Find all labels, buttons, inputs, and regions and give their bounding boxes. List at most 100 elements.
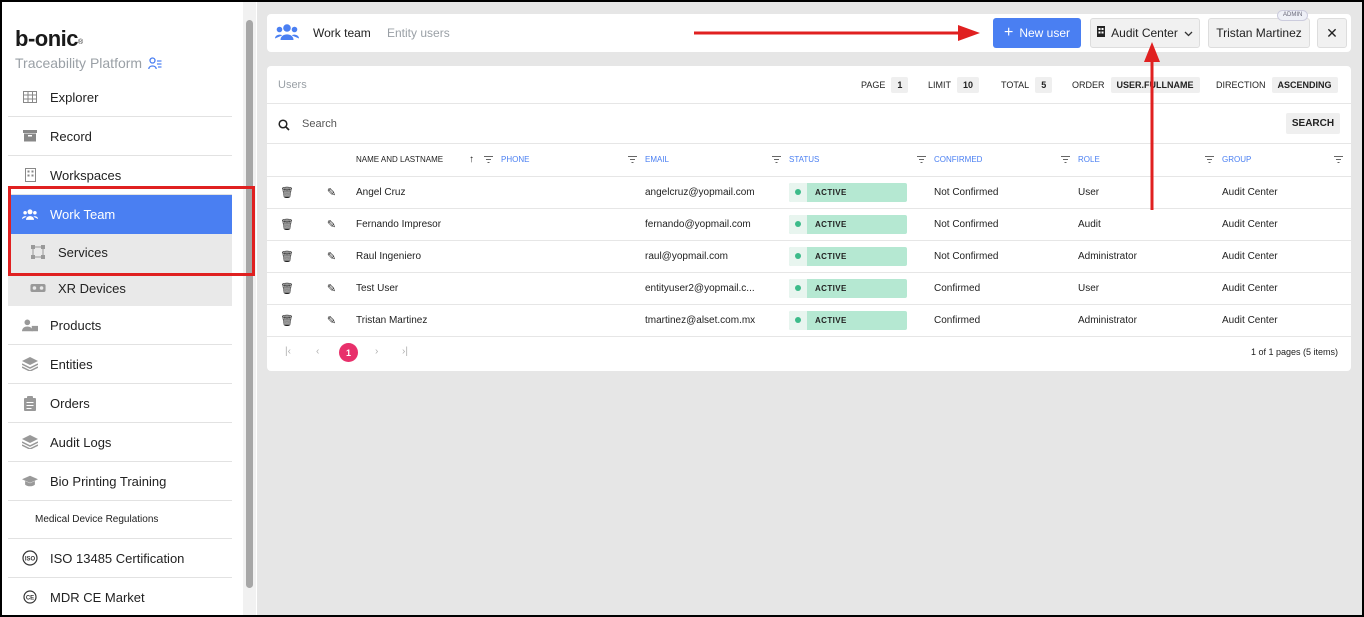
filter-icon[interactable] — [484, 156, 493, 164]
sidebar-item-label: Explorer — [50, 89, 99, 105]
next-page-icon[interactable]: › — [375, 346, 378, 357]
sidebar-item-label: Entities — [50, 356, 93, 372]
search-button[interactable]: SEARCH — [1286, 113, 1340, 134]
sidebar: b-onic® Traceability Platform Explorer R… — [2, 2, 242, 615]
archive-icon — [22, 128, 38, 144]
status-badge: ACTIVE — [789, 214, 907, 234]
user-list-icon[interactable] — [148, 56, 162, 70]
edit-button[interactable]: ✎ — [307, 304, 356, 337]
column-name[interactable]: NAME AND LASTNAME ↑ — [356, 144, 501, 177]
cell-phone — [501, 240, 645, 273]
search-input[interactable] — [302, 115, 1202, 133]
trash-icon: 🗑 — [280, 186, 294, 199]
column-edit — [307, 144, 356, 177]
cell-phone — [501, 208, 645, 241]
last-page-icon[interactable]: ›| — [402, 346, 408, 357]
column-role[interactable]: ROLE — [1078, 144, 1222, 177]
platform-subtitle: Traceability Platform — [15, 55, 162, 71]
delete-button[interactable]: 🗑 — [267, 176, 307, 209]
user-menu-button[interactable]: Tristan Martinez — [1208, 18, 1310, 48]
column-confirmed[interactable]: CONFIRMED — [934, 144, 1078, 177]
delete-button[interactable]: 🗑 — [267, 208, 307, 241]
tab-entity-users[interactable]: Entity users — [387, 26, 450, 40]
cell-confirmed: Not Confirmed — [934, 240, 1078, 273]
filter-icon[interactable] — [628, 156, 637, 164]
edit-button[interactable]: ✎ — [307, 176, 356, 209]
sidebar-item-audit-logs[interactable]: Audit Logs — [8, 423, 232, 462]
grid-icon — [22, 89, 38, 105]
clipboard-icon — [22, 395, 38, 411]
cell-confirmed: Confirmed — [934, 304, 1078, 337]
tab-work-team[interactable]: Work team — [313, 26, 371, 40]
order-value: USER.FULLNAME — [1110, 77, 1200, 93]
sidebar-item-entities[interactable]: Entities — [8, 345, 232, 384]
filter-icon[interactable] — [1334, 156, 1343, 164]
pencil-icon: ✎ — [326, 186, 337, 199]
cell-status: ACTIVE — [789, 176, 934, 209]
search-bar: SEARCH — [267, 104, 1351, 144]
person-box-icon — [22, 317, 38, 333]
sidebar-item-label: XR Devices — [58, 280, 126, 296]
sidebar-item-explorer[interactable]: Explorer — [8, 78, 232, 117]
sidebar-scroll-thumb[interactable] — [246, 20, 253, 588]
cell-role: Audit — [1078, 208, 1222, 241]
edit-button[interactable]: ✎ — [307, 240, 356, 273]
filter-icon[interactable] — [1061, 156, 1070, 164]
sidebar-item-workspaces[interactable]: Workspaces — [8, 156, 232, 195]
current-page-button[interactable]: 1 — [339, 343, 358, 362]
vr-headset-icon — [30, 280, 46, 296]
sidebar-item-xr-devices[interactable]: XR Devices — [8, 270, 232, 306]
cell-name: Raul Ingeniero — [356, 240, 501, 273]
sidebar-item-work-team[interactable]: Work Team — [8, 195, 232, 234]
close-button[interactable]: ✕ — [1317, 18, 1347, 48]
sidebar-item-label: Orders — [50, 395, 90, 411]
table-header-row: NAME AND LASTNAME ↑ PHONE EMAIL STATUS CO… — [267, 144, 1351, 177]
new-user-button[interactable]: + New user — [993, 18, 1081, 48]
sidebar-nav: Explorer Record Workspaces Work Team Ser… — [8, 78, 232, 615]
users-header: Users PAGE 1 LIMIT 10 TOTAL 5 ORDER USER.FUL… — [267, 66, 1351, 104]
sidebar-item-bio-printing-training[interactable]: Bio Printing Training — [8, 462, 232, 501]
cell-group: Audit Center — [1222, 272, 1351, 305]
cell-role: User — [1078, 176, 1222, 209]
sidebar-item-record[interactable]: Record — [8, 117, 232, 156]
building-icon — [1097, 26, 1106, 40]
delete-button[interactable]: 🗑 — [267, 304, 307, 337]
pencil-icon: ✎ — [326, 314, 337, 327]
status-badge: ACTIVE — [789, 246, 907, 266]
filter-icon[interactable] — [772, 156, 781, 164]
sidebar-item-label: ISO 13485 Certification — [50, 550, 185, 566]
edit-button[interactable]: ✎ — [307, 208, 356, 241]
delete-button[interactable]: 🗑 — [267, 240, 307, 273]
cell-name: Tristan Martinez — [356, 304, 501, 337]
filter-icon[interactable] — [1205, 156, 1214, 164]
brand-logo[interactable]: b-onic® — [15, 26, 83, 52]
sidebar-item-label: Audit Logs — [50, 434, 112, 450]
delete-button[interactable]: 🗑 — [267, 272, 307, 305]
first-page-icon[interactable]: |‹ — [285, 346, 291, 357]
page-value: 1 — [891, 77, 909, 93]
table-row: 🗑 ✎ Tristan Martinez tmartinez@alset.com… — [267, 304, 1351, 337]
sort-asc-icon[interactable]: ↑ — [469, 154, 474, 165]
cell-status: ACTIVE — [789, 272, 934, 305]
column-status[interactable]: STATUS — [789, 144, 934, 177]
filter-icon[interactable] — [917, 156, 926, 164]
pencil-icon: ✎ — [326, 218, 337, 231]
sidebar-item-mdr-ce[interactable]: CE MDR CE Market — [8, 578, 232, 615]
sidebar-item-orders[interactable]: Orders — [8, 384, 232, 423]
layers-icon — [22, 356, 38, 372]
column-group[interactable]: GROUP — [1222, 144, 1351, 177]
column-phone[interactable]: PHONE — [501, 144, 645, 177]
user-name: Tristan Martinez — [1216, 26, 1302, 40]
audit-center-dropdown[interactable]: Audit Center — [1090, 18, 1200, 48]
limit-value: 10 — [957, 77, 980, 93]
cell-group: Audit Center — [1222, 208, 1351, 241]
sidebar-item-iso-13485[interactable]: ISO ISO 13485 Certification — [8, 539, 232, 578]
edit-button[interactable]: ✎ — [307, 272, 356, 305]
sidebar-item-products[interactable]: Products — [8, 306, 232, 345]
column-email[interactable]: EMAIL — [645, 144, 789, 177]
cell-phone — [501, 304, 645, 337]
sidebar-item-services[interactable]: Services — [8, 234, 232, 270]
svg-text:ISO: ISO — [25, 557, 36, 563]
prev-page-icon[interactable]: ‹ — [316, 346, 319, 357]
cell-group: Audit Center — [1222, 176, 1351, 209]
